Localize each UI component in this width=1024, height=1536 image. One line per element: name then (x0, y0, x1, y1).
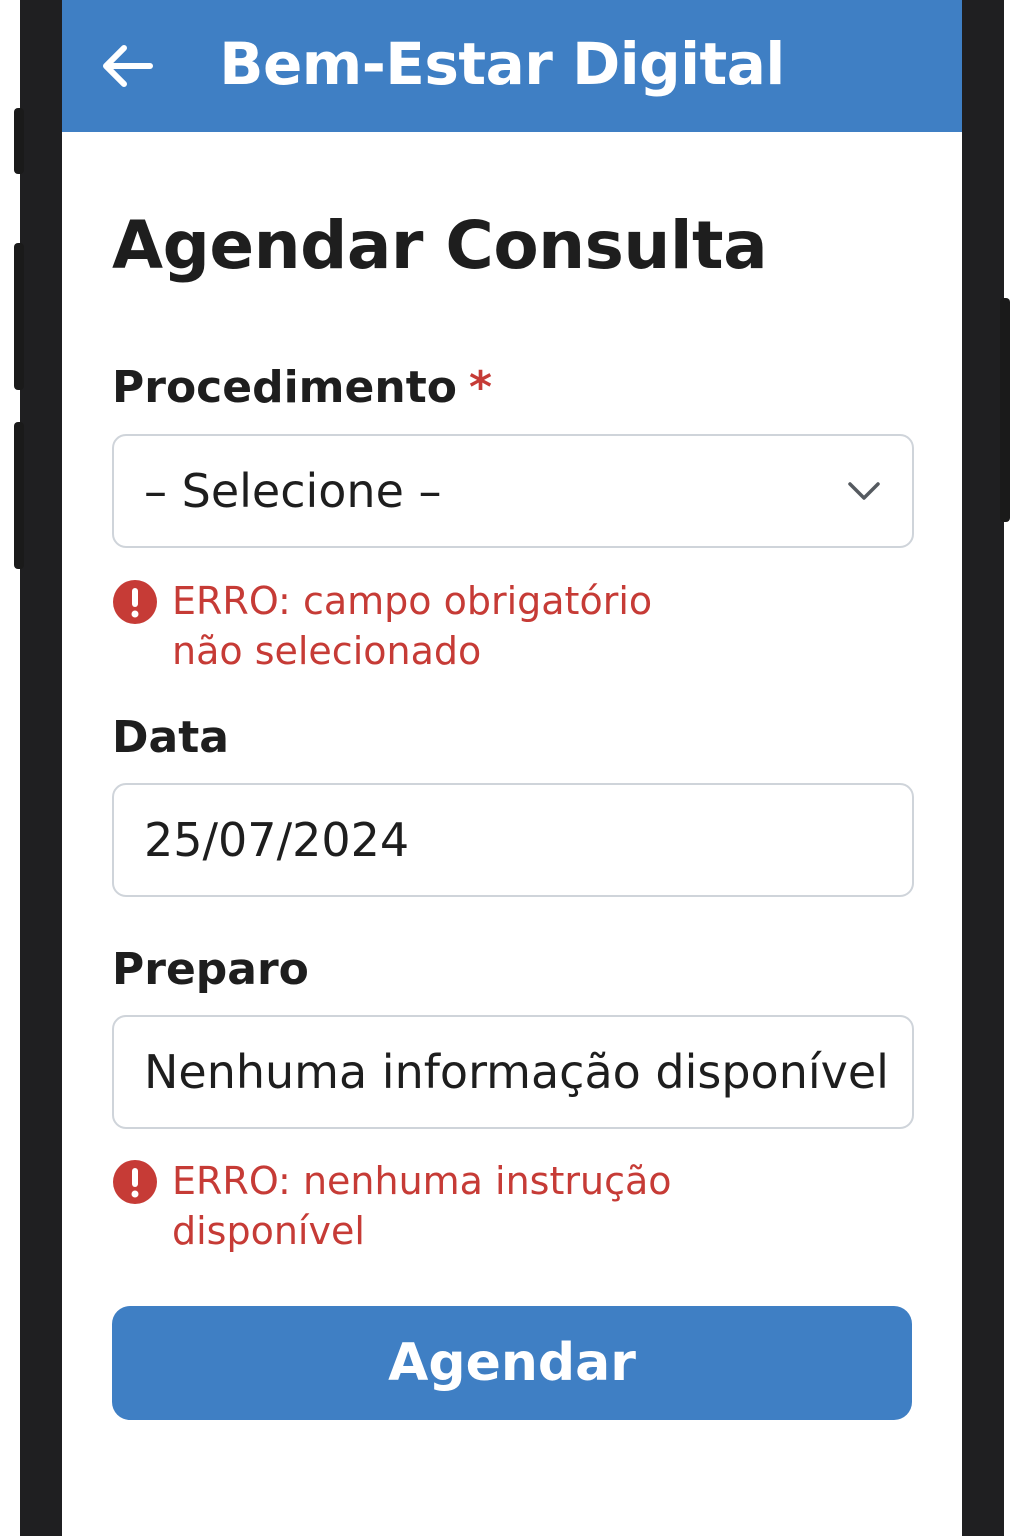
mute-switch (14, 108, 24, 174)
data-input-value: 25/07/2024 (144, 813, 410, 867)
procedimento-error-line1: ERRO: campo obrigatório (172, 579, 653, 623)
app-screen: Bem-Estar Digital Agendar Consulta Proce… (62, 0, 962, 1536)
chevron-down-icon (848, 482, 880, 500)
data-label: Data (112, 712, 229, 763)
preparo-error-text: ERRO: nenhuma instrução disponível (172, 1156, 772, 1256)
preparo-field-value: Nenhuma informação disponível (144, 1045, 889, 1099)
back-button[interactable] (94, 34, 158, 98)
required-marker: * (468, 362, 492, 413)
page-title: Agendar Consulta (112, 207, 768, 284)
procedimento-error-text: ERRO: campo obrigatório não selecionado (172, 576, 772, 676)
app-title: Bem-Estar Digital (219, 30, 785, 98)
volume-down-button (14, 422, 24, 569)
preparo-label: Preparo (112, 944, 309, 995)
procedimento-label: Procedimento * (112, 360, 492, 416)
arrow-left-icon (103, 45, 153, 87)
procedimento-label-text: Procedimento (112, 362, 457, 413)
error-icon (113, 1160, 157, 1204)
procedimento-error-line2: não selecionado (172, 629, 482, 673)
procedimento-selected-value: – Selecione – (144, 464, 442, 518)
preparo-error-line2: disponível (172, 1209, 365, 1253)
procedimento-select[interactable]: – Selecione – (112, 434, 914, 548)
data-input[interactable]: 25/07/2024 (112, 783, 914, 897)
volume-up-button (14, 243, 24, 390)
power-button (1000, 298, 1010, 522)
error-icon (113, 580, 157, 624)
app-bar: Bem-Estar Digital (62, 0, 962, 132)
agendar-button[interactable]: Agendar (112, 1306, 912, 1420)
preparo-error-line1: ERRO: nenhuma instrução (172, 1159, 672, 1203)
preparo-field[interactable]: Nenhuma informação disponível (112, 1015, 914, 1129)
